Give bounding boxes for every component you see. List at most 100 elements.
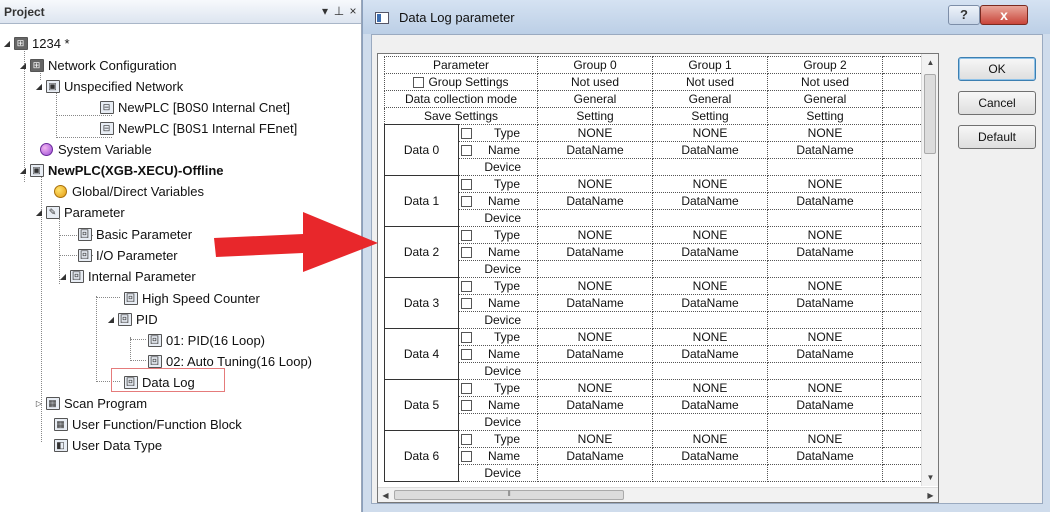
collapse-icon[interactable]: ◢ [18,166,28,175]
collapse-icon[interactable]: ◢ [2,39,12,48]
table-cell[interactable]: DataName [767,141,883,159]
sub-label[interactable]: Device [458,158,538,176]
table-cell[interactable]: DataName [537,192,653,210]
table-cell[interactable]: NONE [652,226,768,244]
table-cell[interactable] [767,464,883,482]
tree-item-scan-program[interactable]: ▷ ▦ Scan Program [34,393,147,413]
table-cell[interactable]: General [652,90,768,108]
sub-label[interactable]: Type [458,379,538,397]
table-cell[interactable]: DataName [537,243,653,261]
table-cell[interactable] [537,362,653,380]
sub-label[interactable]: Device [458,362,538,380]
help-button[interactable]: ? [948,5,980,25]
table-cell[interactable] [652,413,768,431]
sub-label[interactable]: Type [458,175,538,193]
tree-item-plc[interactable]: ◢ ▣ NewPLC(XGB-XECU)-Offline [18,160,224,180]
scroll-right-icon[interactable]: ▶ [923,488,938,502]
name-checkbox[interactable] [461,451,472,462]
sub-label[interactable]: Name [458,141,538,159]
header-group[interactable]: Group 0 [537,56,653,74]
name-checkbox[interactable] [461,196,472,207]
tree-item-global-variables[interactable]: Global/Direct Variables [52,181,204,201]
collapse-icon[interactable]: ◢ [34,82,44,91]
name-checkbox[interactable] [461,349,472,360]
sub-label[interactable]: Type [458,226,538,244]
sub-label[interactable]: Device [458,260,538,278]
type-checkbox[interactable] [461,383,472,394]
scroll-up-icon[interactable]: ▲ [922,54,938,71]
table-cell[interactable] [767,209,883,227]
table-cell[interactable] [767,413,883,431]
sub-label[interactable]: Device [458,311,538,329]
table-cell[interactable] [652,464,768,482]
type-checkbox[interactable] [461,332,472,343]
tree-item-basic-parameter[interactable]: 回 Basic Parameter [76,224,192,244]
table-cell[interactable]: Setting [537,107,653,125]
tree-item-system-variable[interactable]: System Variable [38,139,152,159]
collapse-icon[interactable]: ◢ [106,315,116,324]
scroll-down-icon[interactable]: ▼ [922,469,938,486]
tree-item-unspecified-network[interactable]: ◢ ▣ Unspecified Network [34,76,183,96]
sub-label[interactable]: Name [458,294,538,312]
horizontal-scrollbar[interactable]: ◀ ⦀ ▶ [378,487,938,502]
table-cell[interactable]: NONE [652,277,768,295]
sub-label[interactable]: Device [458,413,538,431]
sub-label[interactable]: Name [458,345,538,363]
close-button[interactable]: x [980,5,1028,25]
expand-icon[interactable]: ▷ [34,399,44,408]
table-cell[interactable] [652,362,768,380]
parameter-grid[interactable]: Parameter Group 0 Group 1 Group 2 Group Sett… [377,53,939,503]
table-cell[interactable] [537,158,653,176]
sub-label[interactable]: Type [458,430,538,448]
type-checkbox[interactable] [461,128,472,139]
tree-item-data-log[interactable]: 回 Data Log [122,372,195,392]
cancel-button[interactable]: Cancel [958,91,1036,115]
table-cell[interactable]: General [537,90,653,108]
sub-label[interactable]: Name [458,396,538,414]
table-cell[interactable]: DataName [652,447,768,465]
tree-item-user-function[interactable]: ▦ User Function/Function Block [52,414,242,434]
table-cell[interactable]: Not used [537,73,653,91]
table-cell[interactable]: DataName [767,447,883,465]
table-cell[interactable] [652,260,768,278]
type-checkbox[interactable] [461,434,472,445]
name-checkbox[interactable] [461,247,472,258]
table-cell[interactable]: DataName [767,396,883,414]
sub-label[interactable]: Device [458,464,538,482]
table-cell[interactable]: NONE [652,328,768,346]
sub-label[interactable]: Name [458,447,538,465]
table-cell[interactable]: DataName [767,345,883,363]
table-cell[interactable] [537,209,653,227]
collapse-icon[interactable]: ◢ [34,208,44,217]
default-button[interactable]: Default [958,125,1036,149]
name-checkbox[interactable] [461,145,472,156]
scroll-thumb[interactable]: ⦀ [394,490,624,500]
pin-icon[interactable]: ⊥ [332,3,346,19]
tree-item-pid-16-loop[interactable]: 回 01: PID(16 Loop) [146,330,265,350]
collapse-icon[interactable]: ◢ [18,61,28,70]
table-cell[interactable]: NONE [767,379,883,397]
table-cell[interactable]: General [767,90,883,108]
header-group[interactable]: Group 2 [767,56,883,74]
vertical-scrollbar[interactable]: ▲ ▼ [921,54,938,486]
scroll-left-icon[interactable]: ◀ [378,488,393,502]
tree-item-project-root[interactable]: ◢ ⊞ 1234 * [2,33,70,53]
type-checkbox[interactable] [461,179,472,190]
table-cell[interactable] [767,260,883,278]
table-cell[interactable]: DataName [652,345,768,363]
table-cell[interactable]: Setting [767,107,883,125]
close-panel-icon[interactable]: × [346,3,360,19]
group-settings-checkbox[interactable] [413,77,425,88]
tree-item-parameter[interactable]: ◢ ✎ Parameter [34,202,125,222]
table-cell[interactable]: DataName [537,396,653,414]
tree-item-pid[interactable]: ◢ 回 PID [106,309,158,329]
type-checkbox[interactable] [461,230,472,241]
table-cell[interactable] [767,158,883,176]
table-cell[interactable]: NONE [652,430,768,448]
table-cell[interactable] [652,311,768,329]
type-checkbox[interactable] [461,281,472,292]
ok-button[interactable]: OK [958,57,1036,81]
table-cell[interactable]: NONE [537,430,653,448]
table-cell[interactable] [767,362,883,380]
table-cell[interactable]: NONE [767,277,883,295]
